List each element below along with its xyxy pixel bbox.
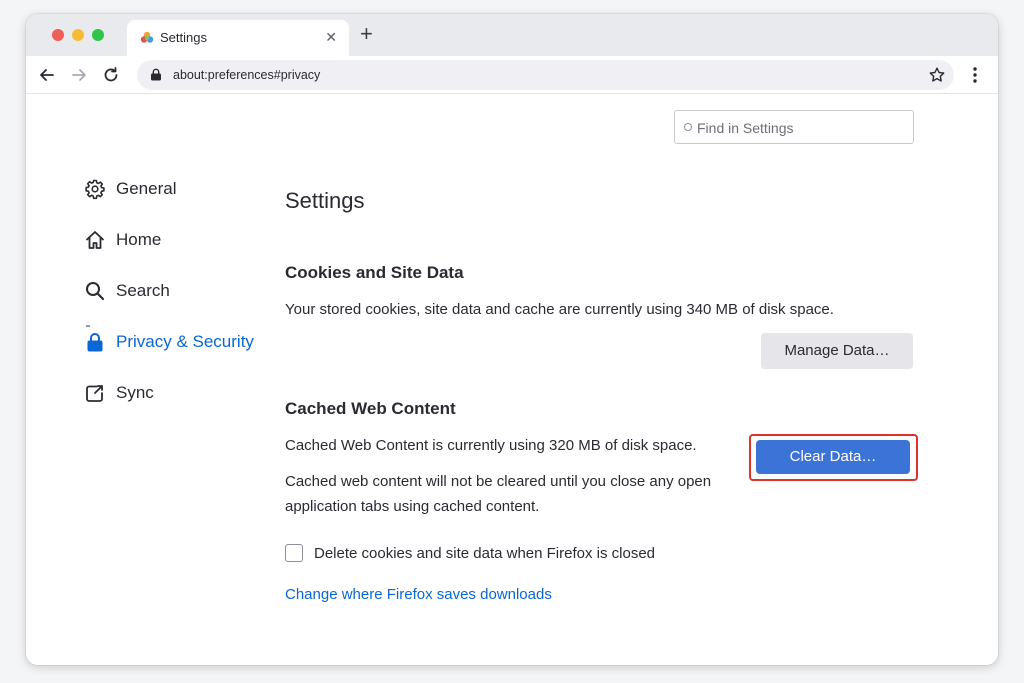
back-arrow-icon[interactable] — [36, 64, 58, 86]
close-window-button[interactable] — [52, 29, 64, 41]
sidebar-item-privacy-security[interactable]: Privacy & Security — [82, 325, 272, 357]
sidebar-item-home[interactable]: Home — [82, 225, 272, 255]
home-icon — [86, 231, 104, 249]
tab-settings[interactable]: Settings ✕ — [127, 20, 349, 56]
search-icon — [86, 282, 105, 301]
delete-on-close-checkbox[interactable] — [285, 544, 303, 562]
new-tab-button[interactable]: + — [360, 23, 373, 45]
url-text: about:preferences#privacy — [173, 68, 321, 82]
active-indicator — [86, 325, 90, 327]
browser-window: Settings ✕ + about:preferences#privacy F… — [26, 14, 998, 665]
tab-title: Settings — [160, 30, 207, 45]
sidebar-item-label: Privacy & Security — [116, 332, 254, 351]
gear-icon — [85, 179, 105, 200]
main-panel: Settings Cookies and Site Data Your stor… — [285, 94, 925, 665]
manage-data-button[interactable]: Manage Data… — [761, 333, 913, 369]
sidebar-item-label: Search — [116, 281, 170, 300]
cookies-section-heading: Cookies and Site Data — [285, 263, 464, 282]
delete-on-close-label[interactable]: Delete cookies and site data when Firefo… — [314, 545, 655, 562]
lock-icon — [87, 333, 103, 352]
change-downloads-location-link[interactable]: Change where Firefox saves downloads — [285, 586, 552, 603]
sidebar-item-label: General — [116, 179, 177, 198]
forward-arrow-icon[interactable] — [68, 64, 90, 86]
address-bar[interactable]: about:preferences#privacy — [137, 60, 954, 90]
sidebar-item-label: Sync — [116, 383, 154, 402]
kebab-menu-icon[interactable] — [966, 64, 984, 86]
bookmark-star-icon[interactable] — [928, 66, 946, 84]
cache-note-line-1: Cached web content will not be cleared u… — [285, 473, 712, 490]
cache-note-line-2: application tabs using cached content. — [285, 498, 540, 515]
minimize-window-button[interactable] — [72, 29, 84, 41]
sidebar-item-search[interactable]: Search — [82, 276, 272, 306]
sidebar-item-general[interactable]: General — [82, 174, 272, 204]
lock-icon — [151, 68, 161, 81]
sidebar-item-label: Home — [116, 230, 162, 249]
cache-section-heading: Cached Web Content — [285, 399, 456, 418]
cache-usage-text: Cached Web Content is currently using 32… — [285, 437, 697, 454]
sync-icon — [86, 385, 103, 402]
navigation-bar: about:preferences#privacy — [26, 56, 998, 94]
cookies-usage-text: Your stored cookies, site data and cache… — [285, 301, 834, 318]
page-title: Settings — [285, 188, 365, 213]
sidebar-item-sync[interactable]: Sync — [82, 378, 272, 408]
clear-data-button[interactable]: Clear Data… — [756, 440, 910, 474]
tab-close-icon[interactable]: ✕ — [325, 29, 337, 46]
settings-page: General Home Search — [26, 94, 998, 665]
reload-icon[interactable] — [100, 64, 122, 86]
maximize-window-button[interactable] — [92, 29, 104, 41]
tab-bar: Settings ✕ + — [26, 14, 998, 56]
settings-favicon-icon — [140, 31, 154, 43]
